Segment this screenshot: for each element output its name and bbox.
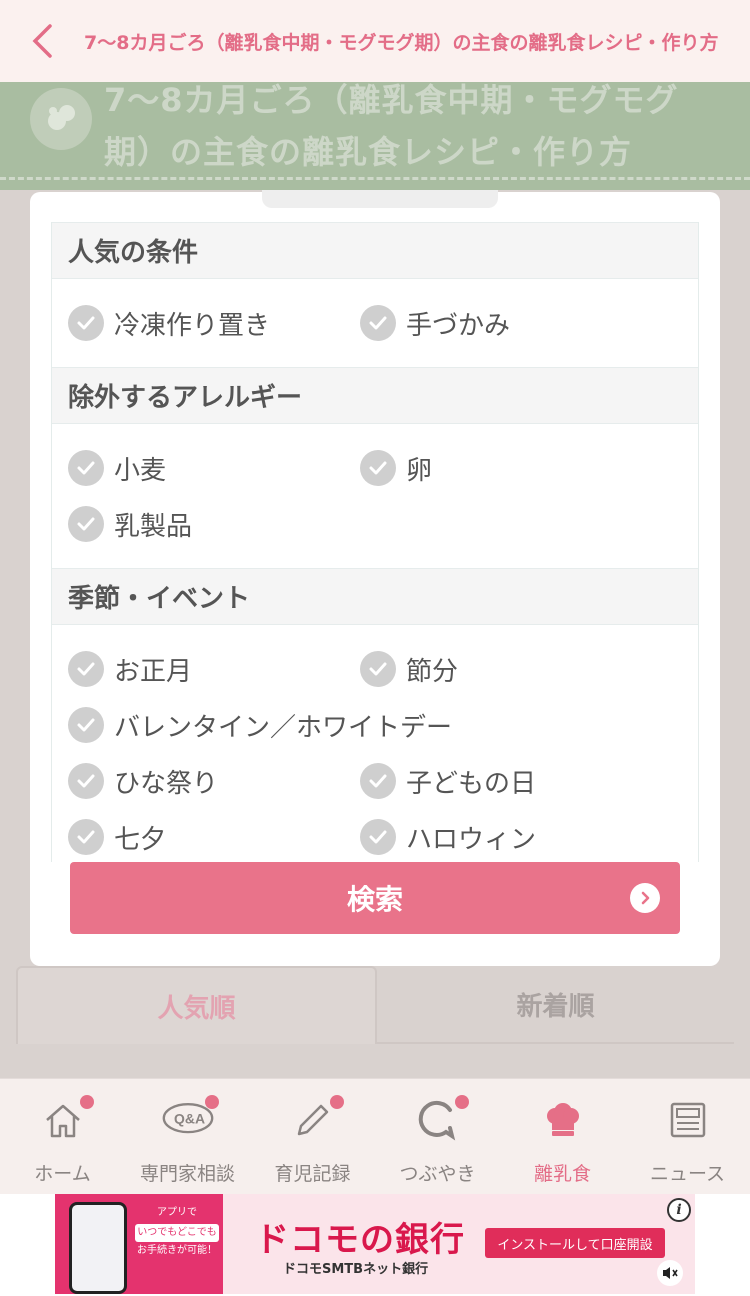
- chevron-right-icon: [630, 883, 660, 913]
- ad-cta-button[interactable]: インストールして口座開設: [485, 1228, 665, 1258]
- nav-expert[interactable]: Q&A 専門家相談: [125, 1079, 250, 1194]
- option-label: ハロウィン: [406, 824, 537, 855]
- check-icon: [360, 819, 396, 855]
- sort-tabs: 人気順 新着順: [16, 966, 734, 1044]
- news-icon: [661, 1093, 715, 1147]
- option-label: 手づかみ: [406, 310, 511, 341]
- nav-label: 離乳食: [533, 1163, 591, 1185]
- option-new-year[interactable]: お正月: [68, 641, 360, 697]
- notification-dot: [204, 1095, 219, 1109]
- check-icon: [360, 763, 396, 799]
- option-label: お正月: [114, 656, 193, 687]
- check-icon: [68, 506, 104, 542]
- option-finger-food[interactable]: 手づかみ: [360, 295, 652, 351]
- ad-phone-line2: いつでもどこでも: [135, 1224, 219, 1242]
- modal-handle: [262, 190, 498, 208]
- option-label: ひな祭り: [114, 768, 219, 799]
- option-hinamatsuri[interactable]: ひな祭り: [68, 753, 360, 809]
- nav-label: ホーム: [34, 1163, 91, 1185]
- ad-phone-image: アプリで いつでもどこでも お手続きが可能！: [55, 1194, 223, 1294]
- bottom-nav: ホーム Q&A 専門家相談 育児記録 つぶやき 離乳食 ニュース: [0, 1078, 750, 1194]
- ad-brand: ドコモの銀行: [255, 1220, 465, 1260]
- options-popular: 冷凍作り置き 手づかみ: [52, 279, 698, 367]
- option-wheat[interactable]: 小麦: [68, 440, 360, 496]
- check-icon: [68, 819, 104, 855]
- phone-screen: [69, 1202, 127, 1294]
- nav-label: 専門家相談: [139, 1163, 235, 1185]
- nav-label: つぶやき: [399, 1163, 476, 1185]
- squirrel-icon: [30, 88, 92, 150]
- back-button[interactable]: [0, 0, 84, 82]
- pencil-icon: [286, 1093, 344, 1147]
- banner-title: 7〜8カ月ごろ（離乳食中期・モグモグ期）の主食の離乳食レシピ・作り方: [104, 81, 679, 171]
- filter-modal: 人気の条件 冷凍作り置き 手づかみ 除外するアレルギー 小麦 卵 乳製品 季節・…: [30, 190, 720, 966]
- option-label: 卵: [406, 455, 433, 486]
- check-icon: [360, 651, 396, 687]
- option-label: 七夕: [114, 824, 167, 855]
- top-bar: 7〜8カ月ごろ（離乳食中期・モグモグ期）の主食の離乳食レシピ・作り方: [0, 0, 750, 82]
- svg-text:Q&A: Q&A: [174, 1111, 205, 1127]
- home-icon: [36, 1093, 94, 1147]
- option-valentine[interactable]: バレンタイン／ホワイトデー: [68, 697, 688, 753]
- search-button-label: 検索: [346, 883, 403, 916]
- nav-home[interactable]: ホーム: [0, 1079, 125, 1194]
- nav-news[interactable]: ニュース: [625, 1079, 750, 1194]
- option-label: バレンタイン／ホワイトデー: [114, 712, 453, 743]
- option-label: 乳製品: [114, 511, 193, 542]
- notification-dot: [79, 1095, 94, 1109]
- option-egg[interactable]: 卵: [360, 440, 652, 496]
- section-title-season: 季節・イベント: [52, 568, 698, 625]
- option-setsubun[interactable]: 節分: [360, 641, 652, 697]
- section-title-allergy: 除外するアレルギー: [52, 367, 698, 424]
- ad-phone-text: アプリで いつでもどこでも お手続きが可能！: [135, 1204, 219, 1260]
- nav-tweet[interactable]: つぶやき: [375, 1079, 500, 1194]
- banner-divider: [0, 177, 750, 180]
- ad-area: アプリで いつでもどこでも お手続きが可能！ ドコモの銀行 ドコモSMTBネット…: [0, 1194, 750, 1296]
- notification-dot: [329, 1095, 344, 1109]
- ad-banner[interactable]: アプリで いつでもどこでも お手続きが可能！ ドコモの銀行 ドコモSMTBネット…: [55, 1194, 695, 1294]
- qa-icon: Q&A: [161, 1093, 219, 1147]
- option-label: 節分: [406, 656, 459, 687]
- check-icon: [68, 305, 104, 341]
- option-halloween[interactable]: ハロウィン: [360, 809, 652, 862]
- option-childrens-day[interactable]: 子どもの日: [360, 753, 652, 809]
- check-icon: [68, 450, 104, 486]
- category-banner: 7〜8カ月ごろ（離乳食中期・モグモグ期）の主食の離乳食レシピ・作り方: [0, 81, 750, 190]
- check-icon: [68, 651, 104, 687]
- option-dairy[interactable]: 乳製品: [68, 496, 360, 552]
- tab-newest[interactable]: 新着順: [377, 966, 734, 1044]
- info-icon[interactable]: i: [667, 1198, 691, 1222]
- option-label: 冷凍作り置き: [114, 310, 271, 341]
- chef-hat-icon: [536, 1093, 590, 1147]
- search-button[interactable]: 検索: [70, 862, 680, 934]
- section-title-popular: 人気の条件: [52, 222, 698, 279]
- filter-scroll-area[interactable]: 人気の条件 冷凍作り置き 手づかみ 除外するアレルギー 小麦 卵 乳製品 季節・…: [51, 222, 699, 862]
- check-icon: [68, 707, 104, 743]
- ad-phone-line3: お手続きが可能！: [137, 1245, 217, 1256]
- options-season: お正月 節分 バレンタイン／ホワイトデー ひな祭り 子どもの日 七夕 ハロウィン: [52, 625, 698, 862]
- nav-label: ニュース: [649, 1163, 726, 1185]
- option-label: 子どもの日: [406, 768, 537, 799]
- chat-icon: [411, 1093, 469, 1147]
- nav-label: 育児記録: [274, 1163, 351, 1185]
- notification-dot: [454, 1095, 469, 1109]
- chevron-left-icon: [32, 24, 52, 58]
- ad-subtitle: ドコモSMTBネット銀行: [283, 1262, 429, 1277]
- check-icon: [360, 450, 396, 486]
- option-label: 小麦: [114, 455, 167, 486]
- nav-baby-food[interactable]: 離乳食: [500, 1079, 625, 1194]
- option-frozen[interactable]: 冷凍作り置き: [68, 295, 360, 351]
- check-icon: [68, 763, 104, 799]
- ad-phone-line1: アプリで: [157, 1207, 197, 1218]
- check-icon: [360, 305, 396, 341]
- option-tanabata[interactable]: 七夕: [68, 809, 360, 862]
- nav-record[interactable]: 育児記録: [250, 1079, 375, 1194]
- page-title: 7〜8カ月ごろ（離乳食中期・モグモグ期）の主食の離乳食レシピ・作り方: [84, 31, 719, 54]
- options-allergy: 小麦 卵 乳製品: [52, 424, 698, 568]
- tab-popular[interactable]: 人気順: [16, 966, 377, 1044]
- mute-icon[interactable]: [657, 1260, 683, 1286]
